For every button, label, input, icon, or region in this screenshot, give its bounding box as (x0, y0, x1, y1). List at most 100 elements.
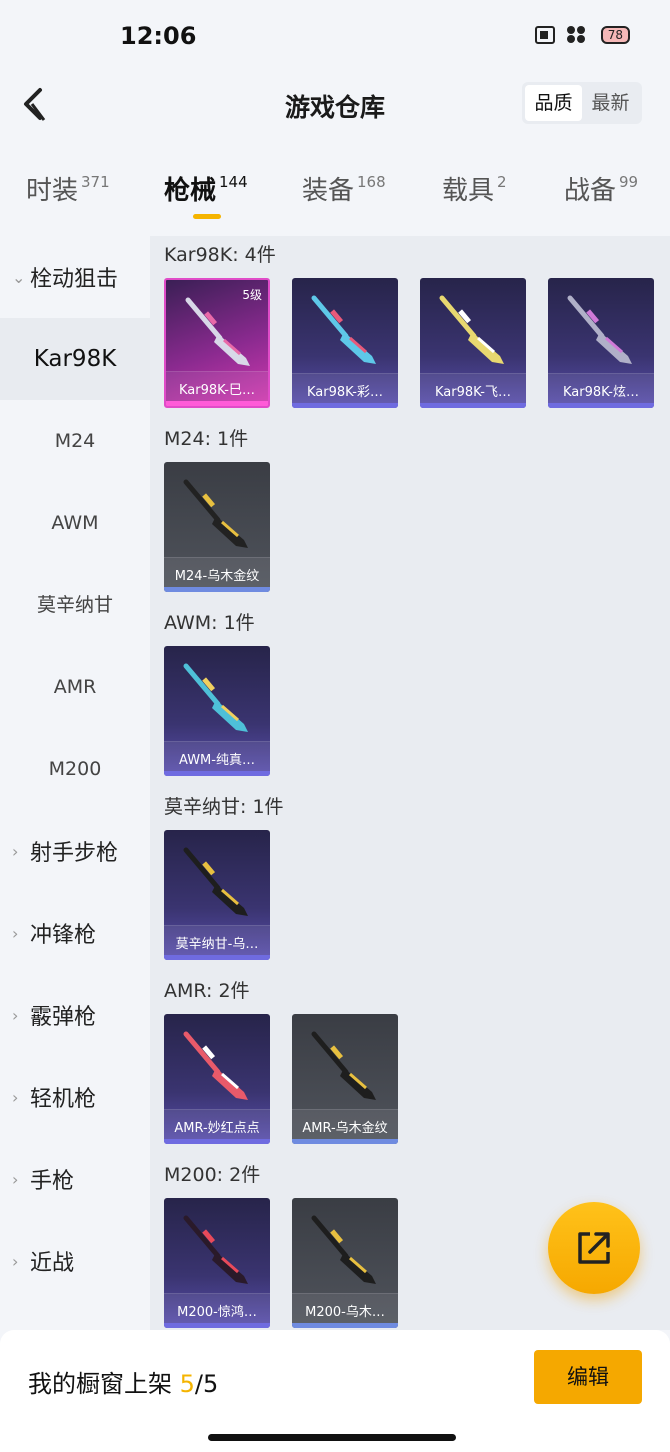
tab-firearms[interactable]: 枪械 144 (164, 170, 248, 207)
weapon-name: Kar98K-巳… (178, 383, 255, 398)
sidebar-group-lmg[interactable]: › 轻机枪 (0, 1056, 150, 1138)
sidebar-group-pistol[interactable]: › 手枪 (0, 1138, 150, 1220)
share-icon (578, 1232, 610, 1264)
weapon-name: Kar98K-炫… (562, 385, 639, 400)
sidebar-item-mosin[interactable]: 莫辛纳甘 (0, 564, 150, 646)
rarity-bar (292, 1323, 398, 1328)
tab-count: 2 (497, 173, 507, 191)
weapon-card[interactable]: AMR-乌木金纹 (292, 1014, 398, 1144)
sidebar-group-melee[interactable]: › 近战 (0, 1220, 150, 1302)
weapon-name: AWM-纯真… (179, 753, 255, 768)
network-icon (566, 26, 589, 44)
sidebar-group-label: 近战 (30, 1251, 75, 1276)
rifle-icon (183, 479, 248, 548)
sidebar: ⌄ 栓动狙击 Kar98K M24 AWM 莫辛纳甘 AMR M200 › 射手… (0, 236, 150, 1330)
weapon-card[interactable]: 莫辛纳甘-乌… (164, 830, 270, 960)
showcase-status: 我的橱窗上架 5/5 (28, 1364, 218, 1399)
tab-label: 战备 (564, 176, 617, 206)
weapon-card[interactable]: AMR-妙红点点 (164, 1014, 270, 1144)
rifle-icon (183, 847, 248, 916)
tab-label: 时装 (26, 176, 79, 206)
tab-count: 168 (357, 173, 386, 191)
sidebar-item-m200[interactable]: M200 (0, 728, 150, 810)
tab-combat-gear[interactable]: 战备 99 (564, 170, 638, 207)
sidebar-item-kar98k[interactable]: Kar98K (0, 318, 150, 400)
rifle-icon (183, 663, 248, 732)
edit-button[interactable]: 编辑 (534, 1350, 642, 1404)
weapon-card[interactable]: AWM-纯真… (164, 646, 270, 776)
sidebar-group-label: 射手步枪 (30, 841, 119, 866)
rarity-bar (420, 403, 526, 408)
sidebar-group-label: 冲锋枪 (30, 923, 97, 948)
sort-quality-button[interactable]: 品质 (525, 85, 582, 121)
tab-count: 371 (81, 173, 110, 191)
rarity-bar (164, 587, 270, 592)
rifle-icon (183, 1031, 248, 1100)
battery-indicator: 78 (600, 26, 630, 44)
sort-latest-button[interactable]: 最新 (582, 85, 639, 121)
weapon-name: Kar98K-彩… (306, 385, 383, 400)
share-button[interactable] (548, 1202, 640, 1294)
sidebar-group-smg[interactable]: › 冲锋枪 (0, 892, 150, 974)
rarity-bar (164, 771, 270, 776)
section-title: M24: 1件 (164, 428, 249, 450)
weapon-card[interactable]: M24-乌木金纹 (164, 462, 270, 592)
weapon-level-badge: 5级 (242, 288, 262, 302)
section-title: AMR: 2件 (164, 980, 250, 1002)
sidebar-item-awm[interactable]: AWM (0, 482, 150, 564)
rarity-bar (164, 1139, 270, 1144)
weapon-name: Kar98K-飞… (434, 385, 511, 400)
sidebar-item-amr[interactable]: AMR (0, 646, 150, 728)
sidebar-group-label: 手枪 (30, 1169, 75, 1194)
weapon-card[interactable]: Kar98K-彩… (292, 278, 398, 408)
home-indicator (208, 1434, 456, 1441)
rifle-icon (311, 1031, 376, 1100)
rifle-icon (183, 1215, 248, 1284)
chevron-right-icon: › (12, 841, 19, 861)
sidebar-group-shotgun[interactable]: › 霰弹枪 (0, 974, 150, 1056)
weapon-name: M24-乌木金纹 (174, 569, 260, 584)
sidebar-group-bolt-action[interactable]: ⌄ 栓动狙击 (0, 236, 150, 318)
rifle-icon (185, 297, 250, 366)
rarity-bar (164, 1323, 270, 1328)
sidebar-group-label: 霰弹枪 (30, 1005, 97, 1030)
rifle-icon (311, 295, 376, 364)
weapon-grid: Kar98K: 4件 Kar98K-巳… 5级 Kar98K-彩… Kar98K-飞… K… (150, 236, 670, 1330)
rarity-bar (292, 1139, 398, 1144)
tab-equipment[interactable]: 装备 168 (302, 170, 386, 207)
weapon-name: M200-惊鸿… (177, 1305, 257, 1320)
tab-label: 载具 (442, 176, 495, 206)
chevron-right-icon: › (12, 1087, 19, 1107)
rarity-bar (164, 955, 270, 960)
showcase-current-count: 5 (179, 1370, 195, 1398)
sidebar-group-dmr[interactable]: › 射手步枪 (0, 810, 150, 892)
showcase-label: 我的橱窗上架 (28, 1370, 172, 1398)
sidebar-group-label: 栓动狙击 (30, 267, 119, 292)
rifle-icon (311, 1215, 376, 1284)
tab-vehicles[interactable]: 载具 2 (442, 170, 507, 207)
weapon-card[interactable]: Kar98K-飞… (420, 278, 526, 408)
tab-label: 枪械 (164, 176, 217, 206)
section-title: M200: 2件 (164, 1164, 261, 1186)
chevron-down-icon: ⌄ (12, 267, 26, 287)
tab-label: 装备 (302, 176, 355, 206)
chevron-right-icon: › (12, 1169, 19, 1189)
weapon-card[interactable]: M200-乌木… (292, 1198, 398, 1328)
weapon-card[interactable]: Kar98K-炫… (548, 278, 654, 408)
rarity-bar (548, 403, 654, 408)
section-title: AWM: 1件 (164, 612, 255, 634)
weapon-card[interactable]: Kar98K-巳… 5级 (164, 278, 270, 408)
weapon-card[interactable]: M200-惊鸿… (164, 1198, 270, 1328)
category-tabs: 时装 371 枪械 144 装备 168 载具 2 战备 99 (0, 160, 670, 230)
tab-fashion[interactable]: 时装 371 (26, 170, 110, 207)
section-title: Kar98K: 4件 (164, 244, 276, 266)
chevron-right-icon: › (12, 923, 19, 943)
sidebar-item-m24[interactable]: M24 (0, 400, 150, 482)
rifle-icon (567, 295, 632, 364)
status-bar: 12:06 78 (0, 0, 670, 72)
rifle-icon (439, 295, 504, 364)
chevron-right-icon: › (12, 1005, 19, 1025)
rarity-bar (292, 403, 398, 408)
tab-count: 99 (619, 173, 639, 191)
weapon-name: AMR-乌木金纹 (302, 1121, 388, 1136)
